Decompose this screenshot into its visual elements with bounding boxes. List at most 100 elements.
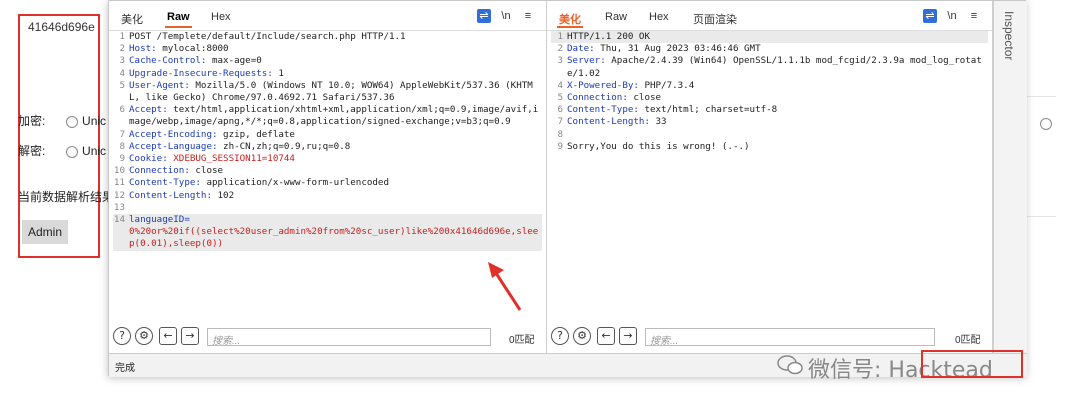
line-number: 7 (557, 116, 563, 128)
line-number: 9 (119, 153, 125, 165)
code-line: 1 POST /Templete/default/Include/search.p… (113, 31, 542, 43)
line-text: Content-Length: 33 (567, 116, 667, 128)
line-number: 5 (119, 79, 125, 91)
code-line: 8 Accept-Language: zh-CN,zh;q=0.9,ru;q=0.… (113, 141, 542, 153)
line-text: Upgrade-Insecure-Requests: 1 (129, 67, 284, 79)
code-line: 9 Sorry,You do this is wrong! (.-.) (551, 141, 988, 153)
prev-arrow-icon[interactable]: ← (597, 327, 615, 345)
encrypt-radio[interactable] (66, 115, 79, 128)
next-arrow-icon[interactable]: → (181, 327, 199, 345)
decrypt-label: 解密: (18, 144, 46, 158)
right-radio[interactable] (1040, 113, 1056, 132)
line-number: 5 (557, 92, 563, 104)
menu-icon[interactable]: ≡ (521, 9, 535, 23)
line-number: 13 (113, 201, 125, 213)
response-tabbar: 美化 Raw Hex 页面渲染 ⇌ \n ≡ (547, 1, 992, 31)
next-arrow-icon[interactable]: → (619, 327, 637, 345)
tab-hex[interactable]: Hex (649, 11, 669, 23)
line-number: 3 (557, 55, 563, 67)
burp-window: 美化 Raw Hex ⇌ \n ≡ 1 POST /Templete/defaul… (108, 0, 1027, 377)
response-editor[interactable]: 1 HTTP/1.1 200 OK 2 Date: Thu, 31 Aug 2023 … (551, 31, 988, 153)
line-text: X-Powered-By: PHP/7.3.4 (567, 79, 695, 91)
divider (1026, 216, 1056, 217)
prev-arrow-icon[interactable]: ← (159, 327, 177, 345)
decrypt-radio[interactable] (66, 145, 79, 158)
request-tabbar: 美化 Raw Hex ⇌ \n ≡ (109, 1, 546, 31)
line-text: languageID= 0%20or%20if((select%20user_ad… (129, 214, 539, 250)
tab-hex[interactable]: Hex (211, 11, 231, 23)
line-text: Server: Apache/2.4.39 (Win64) OpenSSL/1.… (567, 55, 982, 79)
code-line: 5 Connection: close (551, 92, 988, 104)
line-text: Cache-Control: max-age=0 (129, 55, 262, 67)
wechat-icon (777, 355, 803, 375)
response-search-input[interactable]: 搜索... (645, 328, 935, 347)
decrypt-radio-label: Unic (82, 144, 107, 158)
code-line: 7 Accept-Encoding: gzip, deflate (113, 129, 542, 141)
decrypt-row: 解密: Unic (18, 142, 106, 159)
line-number: 2 (557, 43, 563, 55)
status-text: 完成 (115, 363, 135, 374)
line-number: 14 (113, 214, 125, 226)
code-line: 6 Content-Type: text/html; charset=utf-8 (551, 104, 988, 116)
line-text: Cookie: XDEBUG_SESSION11=10744 (129, 153, 295, 165)
gear-icon[interactable]: ⚙ (135, 327, 153, 345)
help-icon[interactable]: ? (113, 327, 131, 345)
line-text: Connection: close (129, 165, 224, 177)
help-icon[interactable]: ? (551, 327, 569, 345)
request-match-count: 0匹配 (509, 335, 535, 346)
line-text: Content-Type: text/html; charset=utf-8 (567, 104, 778, 116)
code-line: 3 Cache-Control: max-age=0 (113, 55, 542, 67)
line-text: User-Agent: Mozilla/5.0 (Windows NT 10.0… (129, 79, 533, 104)
line-text: Sorry,You do this is wrong! (.-.) (567, 140, 750, 152)
newline-icon[interactable]: \n (499, 9, 513, 23)
line-text: Accept-Language: zh-CN,zh;q=0.9,ru;q=0.8 (129, 140, 351, 152)
line-text: Accept: text/html,application/xhtml+xml,… (129, 104, 539, 128)
line-number: 10 (113, 165, 125, 177)
newline-icon[interactable]: \n (945, 9, 959, 23)
tab-pretty[interactable]: 美化 (121, 11, 143, 27)
request-editor[interactable]: 1 POST /Templete/default/Include/search.p… (113, 31, 542, 251)
tab-pretty[interactable]: 美化 (557, 11, 583, 28)
annotation-arrow-icon (488, 262, 522, 311)
line-number: 6 (119, 104, 125, 116)
encrypt-radio-label: Unic (82, 114, 107, 128)
code-line: 14 languageID= 0%20or%20if((select%20user_… (113, 214, 542, 251)
encrypt-row: 加密: Unic (18, 112, 106, 129)
wrap-icon[interactable]: ⇌ (477, 9, 491, 23)
code-line: 4 Upgrade-Insecure-Requests: 1 (113, 68, 542, 80)
line-text: Date: Thu, 31 Aug 2023 03:46:46 GMT (567, 43, 761, 55)
line-text: Content-Length: 102 (129, 189, 235, 201)
tab-render[interactable]: 页面渲染 (693, 11, 737, 27)
line-text: Connection: close (567, 92, 662, 104)
request-search-input[interactable]: 搜索... (207, 328, 491, 347)
tab-raw[interactable]: Raw (165, 11, 192, 28)
line-number: 4 (119, 67, 125, 79)
code-line: 8 (551, 129, 988, 141)
line-number: 8 (557, 128, 563, 140)
code-line: 3 Server: Apache/2.4.39 (Win64) OpenSSL/1… (551, 55, 988, 79)
code-line: 12 Content-Length: 102 (113, 190, 542, 202)
inspector-label: Inspector (1002, 11, 1016, 61)
code-line: 6 Accept: text/html,application/xhtml+xml… (113, 104, 542, 128)
inspector-panel[interactable]: Inspector (993, 1, 1027, 353)
admin-value-box: Admin (22, 220, 68, 244)
hex-value-text: 41646d696e (28, 20, 95, 34)
code-line: 11 Content-Type: application/x-www-form-u… (113, 177, 542, 189)
line-number: 9 (557, 140, 563, 152)
tab-raw[interactable]: Raw (605, 11, 627, 23)
response-search-bar: ? ⚙ ← → 搜索... 0匹配 (547, 323, 992, 351)
code-line: 13 (113, 202, 542, 214)
code-line: 5 User-Agent: Mozilla/5.0 (Windows NT 10.… (113, 80, 542, 104)
line-number: 2 (119, 43, 125, 55)
code-line: 10 Connection: close (113, 165, 542, 177)
code-line: 4 X-Powered-By: PHP/7.3.4 (551, 80, 988, 92)
line-text: Accept-Encoding: gzip, deflate (129, 128, 295, 140)
line-number: 6 (557, 104, 563, 116)
line-number: 4 (557, 79, 563, 91)
menu-icon[interactable]: ≡ (967, 9, 981, 23)
gear-icon[interactable]: ⚙ (573, 327, 591, 345)
encrypt-label: 加密: (18, 114, 46, 128)
wrap-icon[interactable]: ⇌ (923, 9, 937, 23)
line-number: 12 (113, 189, 125, 201)
line-text: HTTP/1.1 200 OK (567, 31, 650, 42)
